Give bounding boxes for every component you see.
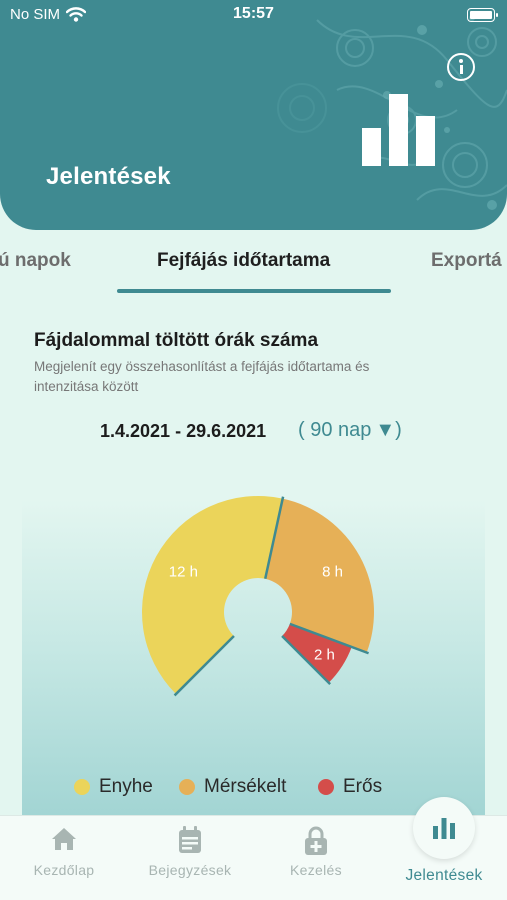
legend-dot-moderate — [179, 779, 195, 795]
pain-hours-donut-chart: 12 h 8 h 2 h — [141, 496, 374, 697]
donut-slice-moderate — [265, 498, 374, 653]
nav-item-entries[interactable]: Bejegyzések — [130, 816, 250, 900]
battery-icon — [467, 8, 498, 22]
nav-label-home: Kezdőlap — [33, 862, 95, 878]
legend-item-moderate: Mérsékelt — [179, 776, 286, 798]
legend-dot-mild — [74, 779, 90, 795]
legend-label-mild: Enyhe — [99, 776, 153, 797]
donut-slice-mild — [141, 496, 283, 695]
legend-label-severe: Erős — [343, 776, 383, 797]
legend-label-moderate: Mérsékelt — [204, 776, 287, 797]
nav-label-entries: Bejegyzések — [148, 862, 232, 878]
nav-label-treatment: Kezelés — [290, 862, 342, 878]
home-icon — [52, 828, 76, 850]
lock-plus-icon — [305, 826, 327, 855]
nav-item-reports[interactable]: Jelentések — [384, 815, 504, 900]
nav-item-treatment[interactable]: Kezelés — [256, 816, 376, 900]
nav-label-reports: Jelentések — [405, 867, 483, 884]
slice-label-severe: 2 h — [314, 647, 335, 664]
legend-item-mild: Enyhe — [74, 776, 153, 798]
legend-dot-severe — [318, 779, 334, 795]
status-time: 15:57 — [233, 5, 274, 22]
status-bar: No SIM 15:57 — [0, 0, 507, 30]
nav-item-home[interactable]: Kezdőlap — [4, 816, 124, 900]
slice-label-mild: 12 h — [169, 563, 198, 580]
calendar-icon — [179, 826, 201, 853]
chart-legend: Enyhe Mérsékelt Erős — [0, 776, 507, 800]
slice-label-moderate: 8 h — [322, 563, 343, 580]
legend-item-severe: Erős — [318, 776, 382, 798]
